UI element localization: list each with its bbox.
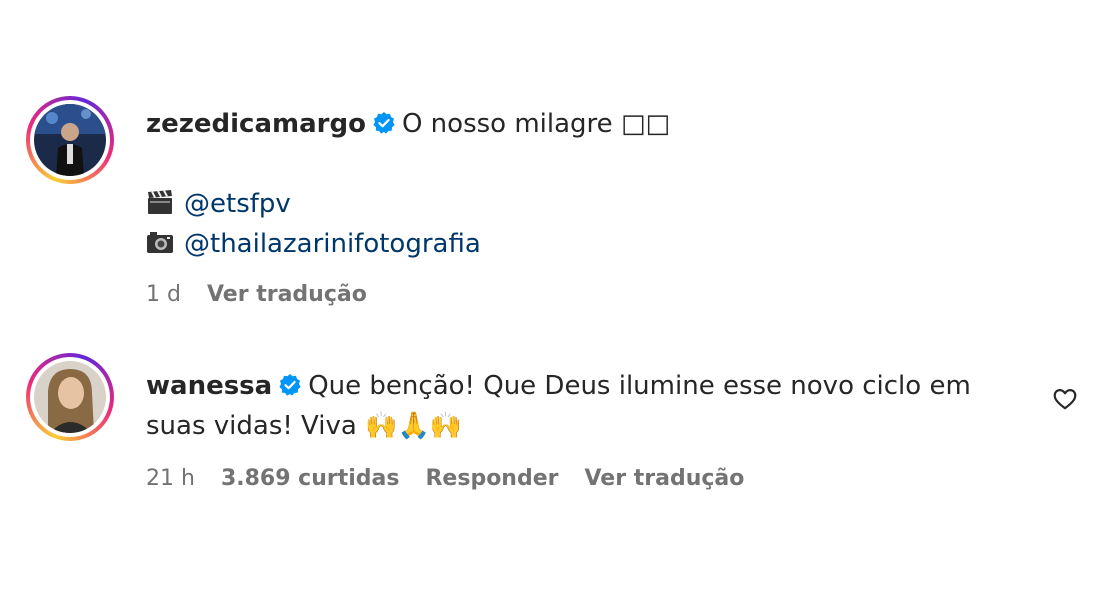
credit-line-video: @etsfpv xyxy=(146,184,291,224)
verified-badge-icon xyxy=(373,112,395,134)
credit-link-etsfpv[interactable]: @etsfpv xyxy=(184,189,291,219)
verified-badge-icon xyxy=(279,374,301,396)
comment-1-meta: 1 d Ver tradução xyxy=(146,282,393,307)
comment-1-body: zezedicamargo O nosso milagre □□ xyxy=(146,104,670,144)
comment-2-username[interactable]: wanessa xyxy=(146,371,272,401)
comment-2-body-line1: wanessa Que benção! Que Deus ilumine ess… xyxy=(146,366,971,406)
comment-1-text-suffix: □□ xyxy=(620,109,671,139)
like-heart-icon[interactable] xyxy=(1052,386,1078,412)
clapper-board-icon xyxy=(148,190,172,214)
comment-2-body-line2: suas vidas! Viva 🙌🙏🙌 xyxy=(146,406,462,446)
comment-2-time[interactable]: 21 h xyxy=(146,466,195,491)
comment-2-translate-button[interactable]: Ver tradução xyxy=(584,466,744,491)
credit-link-thailazarinifotografia[interactable]: @thailazarinifotografia xyxy=(184,229,481,259)
credit-line-photo: @thailazarinifotografia xyxy=(146,224,481,264)
comment-2-meta: 21 h 3.869 curtidas Responder Ver tradução xyxy=(146,466,770,491)
comment-2-likes-count[interactable]: 3.869 curtidas xyxy=(221,466,400,491)
comment-1-time[interactable]: 1 d xyxy=(146,282,181,307)
avatar-zezedicamargo[interactable] xyxy=(26,96,114,184)
avatar-image xyxy=(34,104,106,176)
comment-1-username[interactable]: zezedicamargo xyxy=(146,109,366,139)
camera-icon xyxy=(147,232,173,253)
comment-2-reply-button[interactable]: Responder xyxy=(425,466,558,491)
avatar-image xyxy=(34,361,106,433)
comment-1-text: O nosso milagre xyxy=(401,109,613,139)
avatar-wanessa[interactable] xyxy=(26,353,114,441)
comment-1-translate-button[interactable]: Ver tradução xyxy=(207,282,367,307)
comment-2-text-line1: Que benção! Que Deus ilumine esse novo c… xyxy=(308,371,971,401)
comment-2-emojis: 🙌🙏🙌 xyxy=(365,411,463,441)
comment-2-text-line2: suas vidas! Viva xyxy=(146,411,357,441)
